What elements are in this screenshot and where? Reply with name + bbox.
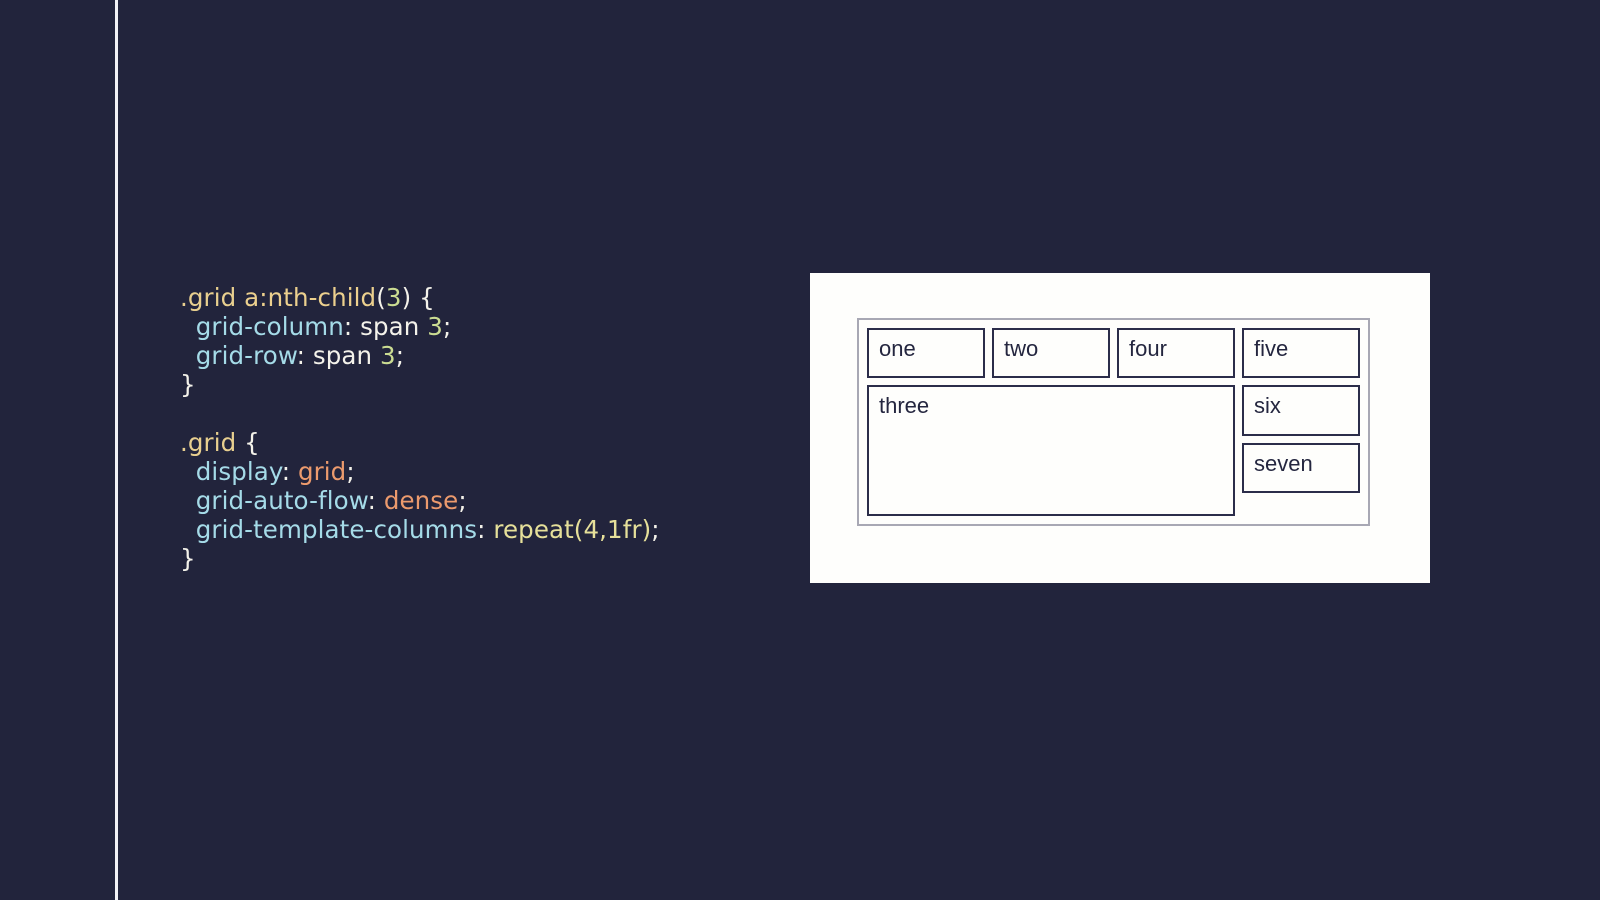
code-token-plain: : span	[343, 312, 428, 341]
code-token-func: repeat(4,1fr)	[493, 515, 652, 544]
grid-cell-label: one	[879, 336, 916, 361]
grid-container-frame: one two three four five six seven	[857, 318, 1370, 526]
css-code-block: .grid a:nth-child(3) { grid-column: span…	[180, 283, 660, 573]
grid-cell-label: three	[879, 393, 930, 419]
code-token-plain: ;	[443, 312, 452, 341]
code-token-plain: ;	[458, 486, 467, 515]
code-token-sel: .grid	[180, 283, 245, 312]
grid-cell-label: five	[1254, 336, 1289, 361]
grid-cell-label: six	[1254, 393, 1281, 419]
code-token-plain: :	[477, 515, 494, 544]
code-token-num: 3	[427, 312, 443, 341]
code-token-plain: (	[376, 283, 386, 312]
code-token-prop: grid-column	[195, 312, 344, 341]
code-token-plain: :	[367, 486, 384, 515]
code-token-plain: ) {	[401, 283, 435, 312]
code-token-plain: }	[180, 544, 196, 573]
code-token-kw: grid	[297, 457, 347, 486]
grid-cell-label: four	[1129, 336, 1167, 361]
left-accent-rule	[115, 0, 118, 900]
code-line: }	[180, 370, 660, 399]
code-token-num: 3	[380, 341, 396, 370]
code-line: grid-template-columns: repeat(4,1fr);	[180, 515, 660, 544]
code-line: .grid {	[180, 428, 660, 457]
grid-cell: two	[992, 328, 1110, 379]
code-token-num: 3	[385, 283, 402, 312]
grid-cell: seven	[1242, 442, 1360, 493]
code-token-plain: ;	[651, 515, 660, 544]
code-line: .grid a:nth-child(3) {	[180, 283, 660, 312]
code-token-plain: : span	[296, 341, 381, 370]
code-line: display: grid;	[180, 457, 660, 486]
code-token-plain: {	[236, 428, 260, 457]
grid-cell: three	[867, 385, 1235, 516]
code-line: grid-row: span 3;	[180, 341, 660, 370]
code-line: grid-auto-flow: dense;	[180, 486, 660, 515]
code-token-prop: display	[195, 457, 282, 486]
grid-cell: six	[1242, 385, 1360, 436]
code-token-plain: }	[180, 370, 196, 399]
grid-cell-label: seven	[1254, 450, 1313, 476]
code-token-prop: grid-auto-flow	[195, 486, 368, 515]
code-token-sel: .grid	[180, 428, 237, 457]
grid-demo-panel: one two three four five six seven	[810, 273, 1430, 583]
code-token-plain: ;	[395, 341, 405, 370]
code-token-prop: grid-template-columns	[195, 515, 478, 544]
grid-cell: four	[1117, 328, 1235, 379]
grid-cell: five	[1242, 328, 1360, 379]
code-token-plain: ;	[346, 457, 355, 486]
code-token-plain: :	[281, 457, 298, 486]
code-line: }	[180, 544, 660, 573]
grid-cell: one	[867, 328, 985, 379]
grid-container: one two three four five six seven	[867, 328, 1360, 516]
grid-cell-label: two	[1004, 336, 1039, 361]
code-token-kw: dense	[383, 486, 459, 515]
code-line: grid-column: span 3;	[180, 312, 660, 341]
code-token-prop: grid-row	[195, 341, 297, 370]
code-token-pseudo: a:nth-child	[244, 283, 377, 312]
